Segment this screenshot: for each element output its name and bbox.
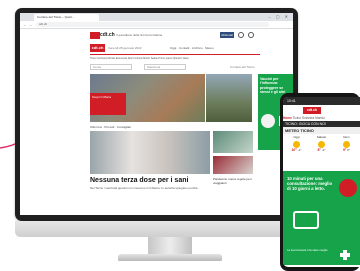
vaccine-ad-text: Vaccini per l'influenza: proteggere se s… [260,77,286,95]
side-article-title[interactable]: Pandemia, nuove regole per i viaggiatori [213,177,255,185]
url-field[interactable]: cdt.ch [36,22,269,27]
window-controls[interactable]: – ▢ ✕ [268,14,290,19]
weather-day-2: Sabato 8° -2° [309,135,334,159]
site-logo-icon[interactable] [90,32,100,39]
promo-tile[interactable]: Scopri l'offerta [90,93,126,115]
date-text: Venerdì 28 gennaio 2022 [108,46,142,50]
site-brand[interactable]: cdt.ch [100,32,115,39]
weather-temp: 8° [317,148,321,152]
masthead-text: Corriere del Ticino [230,65,255,69]
filter-select[interactable]: Seleziona [144,64,186,70]
weather-day-1: Oggi 10° -1° [284,135,309,159]
phone-tab-svizzera[interactable]: Svizzera [302,116,314,120]
sun-icon [318,141,325,148]
side-article-image[interactable] [213,131,253,153]
phone-ad-text: 10 minuti per una consultazione: meglio … [287,176,333,192]
browser-tab[interactable]: Corriere del Ticino – Quoti... [34,14,99,21]
site-header: cdt.ch Il quotidiano della Svizzera ital… [20,29,293,42]
phone-status-bar: 10:41 [283,97,360,105]
weather-low: 0° [347,148,351,152]
browser-address-bar: ← → cdt.ch [20,21,293,29]
user-icon[interactable] [238,32,244,38]
weather-low: -1° [297,148,302,152]
weather-low: -2° [321,148,326,152]
nav-arrows-icon[interactable]: ← → [23,22,32,27]
header-links[interactable]: Oggi · Contatti · Archivio · Meteo [170,46,214,50]
sun-icon [293,141,300,148]
phone-meteo-title: METEO TICINO [283,127,360,134]
phone-pharmacy-ad[interactable]: 10 minuti per una consultazione: meglio … [283,171,360,265]
monitor-stand-neck [148,237,192,255]
weather-day-label: Sabato [316,135,327,139]
header-divider [90,54,260,55]
site-tagline: Il quotidiano della Svizzera italiana [116,33,163,37]
monitor-chin [15,221,298,237]
feature-article-image[interactable] [90,131,210,174]
search-input[interactable]: Cerca [90,64,132,70]
weather-day-label: Oggi [293,135,300,139]
side-article-image-2[interactable] [213,156,253,174]
feature-summary: Nel Ticino i vaccinati giovani non ricev… [90,186,199,190]
main-nav[interactable]: Ticino Svizzera Mondo Economia Sport Cul… [90,56,265,61]
feature-headline[interactable]: Nessuna terza dose per i sani [90,177,215,185]
secondary-logo[interactable]: cdt.ch [90,44,105,52]
phone-tab-mondo[interactable]: Mondo [315,116,325,120]
phone-site-logo[interactable]: cdt.ch [303,107,321,114]
monitor-screen: Corriere del Ticino – Quoti... – ▢ ✕ ← →… [20,13,293,215]
browser-tab-bar: Corriere del Ticino – Quoti... – ▢ ✕ [20,13,293,21]
site-subheader: cdt.ch Venerdì 28 gennaio 2022 Oggi · Co… [20,42,293,54]
phone-ad-footer: La tua farmacia ti fa stare meglio [287,248,328,252]
sun-icon [343,141,350,148]
phone-tab-ticino[interactable]: Ticino [293,116,301,120]
phone-tab-home[interactable]: Home [283,116,292,120]
weather-day-label: Dom [343,135,350,139]
hero-image-secondary[interactable] [206,74,252,122]
bed-icon [293,211,319,229]
search-icon[interactable] [248,32,254,38]
runner-icon [261,114,275,128]
phone-screen: 10:41 cdt.ch Home Ticino Svizzera Mondo … [283,97,360,267]
pharmacy-cross-icon [340,250,350,260]
search-row: Cerca Seleziona Corriere del Ticino [90,64,260,70]
phone-weather-widget[interactable]: Oggi 10° -1° Sabato 8° -2° Dom 9° 0° [283,135,360,159]
subscribe-button[interactable]: Abbonati [220,32,234,38]
weather-temp: 9° [342,148,347,152]
monitor-stand-base [118,254,222,261]
weather-temp: 10° [291,148,297,152]
ad-badge-icon [339,179,357,197]
weather-day-3: Dom 9° 0° [334,135,359,159]
